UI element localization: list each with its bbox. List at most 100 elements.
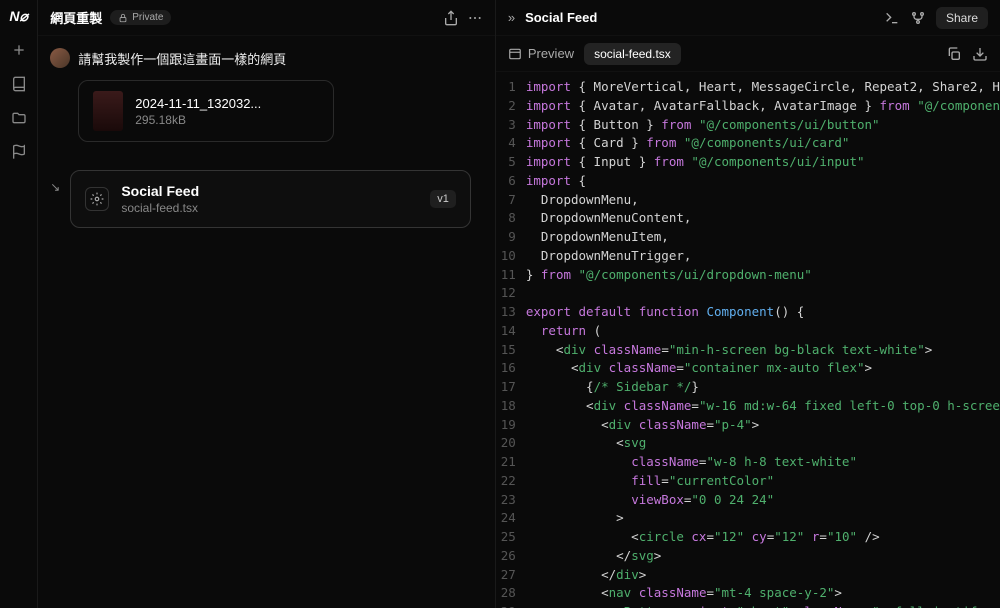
logo: N⌀ — [9, 8, 28, 25]
code-content: import { — [526, 172, 1000, 191]
line-number: 18 — [496, 397, 526, 416]
line-number: 5 — [496, 153, 526, 172]
tab-preview-label: Preview — [528, 46, 574, 61]
folder-icon[interactable] — [10, 109, 28, 127]
code-line: 16 <div className="container mx-auto fle… — [496, 359, 1000, 378]
line-number: 4 — [496, 134, 526, 153]
line-number: 15 — [496, 341, 526, 360]
code-content: {/* Sidebar */} — [526, 378, 1000, 397]
tab-preview[interactable]: Preview — [508, 46, 574, 61]
code-content: </div> — [526, 566, 1000, 585]
code-line: 15 <div className="min-h-screen bg-black… — [496, 341, 1000, 360]
code-content: return ( — [526, 322, 1000, 341]
code-line: 29 <Button variant="ghost" className="w-… — [496, 603, 1000, 608]
code-line: 9 DropdownMenuItem, — [496, 228, 1000, 247]
code-content: import { MoreVertical, Heart, MessageCir… — [526, 78, 1000, 97]
privacy-badge[interactable]: Private — [110, 10, 171, 25]
code-content: <div className="w-16 md:w-64 fixed left-… — [526, 397, 1000, 416]
line-number: 3 — [496, 116, 526, 135]
code-content: fill="currentColor" — [526, 472, 1000, 491]
code-line: 22 fill="currentColor" — [496, 472, 1000, 491]
code-line: 11} from "@/components/ui/dropdown-menu" — [496, 266, 1000, 285]
user-avatar — [50, 48, 70, 68]
chat-area: 請幫我製作一個跟這畫面一樣的網頁 2024-11-11_132032... 29… — [38, 36, 495, 608]
line-number: 24 — [496, 509, 526, 528]
code-line: 7 DropdownMenu, — [496, 191, 1000, 210]
code-line: 23 viewBox="0 0 24 24" — [496, 491, 1000, 510]
response-title: Social Feed — [121, 183, 418, 199]
code-content: import { Card } from "@/components/ui/ca… — [526, 134, 1000, 153]
code-content: > — [526, 509, 1000, 528]
response-card[interactable]: Social Feed social-feed.tsx v1 — [70, 170, 471, 228]
code-content — [526, 284, 1000, 303]
flag-icon[interactable] — [10, 143, 28, 161]
left-panel: 網頁重製 Private 請幫我製作一個跟這畫面一樣的網頁 2024-11-11… — [38, 0, 495, 608]
attachment-card[interactable]: 2024-11-11_132032... 295.18kB — [78, 80, 334, 142]
line-number: 20 — [496, 434, 526, 453]
copy-icon[interactable] — [946, 46, 962, 62]
code-line: 20 <svg — [496, 434, 1000, 453]
code-content: DropdownMenuContent, — [526, 209, 1000, 228]
line-number: 1 — [496, 78, 526, 97]
window-icon — [508, 47, 522, 61]
code-line: 19 <div className="p-4"> — [496, 416, 1000, 435]
code-content: <div className="p-4"> — [526, 416, 1000, 435]
code-line: 17 {/* Sidebar */} — [496, 378, 1000, 397]
book-icon[interactable] — [10, 75, 28, 93]
terminal-icon[interactable] — [884, 10, 900, 26]
code-line: 24 > — [496, 509, 1000, 528]
response-filename: social-feed.tsx — [121, 201, 418, 215]
line-number: 26 — [496, 547, 526, 566]
code-line: 21 className="w-8 h-8 text-white" — [496, 453, 1000, 472]
response-arrow-icon: ↘ — [50, 180, 60, 228]
code-line: 25 <circle cx="12" cy="12" r="10" /> — [496, 528, 1000, 547]
branch-icon[interactable] — [910, 10, 926, 26]
code-content: DropdownMenu, — [526, 191, 1000, 210]
line-number: 14 — [496, 322, 526, 341]
response-block: ↘ Social Feed social-feed.tsx v1 — [50, 170, 471, 228]
line-number: 29 — [496, 603, 526, 608]
right-header: » Social Feed Share — [496, 0, 1000, 36]
code-line: 26 </svg> — [496, 547, 1000, 566]
user-message-row: 請幫我製作一個跟這畫面一樣的網頁 — [50, 48, 471, 68]
code-line: 4import { Card } from "@/components/ui/c… — [496, 134, 1000, 153]
code-content: className="w-8 h-8 text-white" — [526, 453, 1000, 472]
chevron-right-icon[interactable]: » — [508, 10, 515, 25]
code-line: 18 <div className="w-16 md:w-64 fixed le… — [496, 397, 1000, 416]
code-content: viewBox="0 0 24 24" — [526, 491, 1000, 510]
left-header: 網頁重製 Private — [38, 0, 495, 36]
code-line: 13export default function Component() { — [496, 303, 1000, 322]
code-line: 6import { — [496, 172, 1000, 191]
line-number: 27 — [496, 566, 526, 585]
line-number: 19 — [496, 416, 526, 435]
code-line: 12 — [496, 284, 1000, 303]
more-icon[interactable] — [467, 10, 483, 26]
tabs-row: Preview social-feed.tsx — [496, 36, 1000, 72]
code-line: 5import { Input } from "@/components/ui/… — [496, 153, 1000, 172]
right-title: Social Feed — [525, 10, 597, 25]
code-line: 3import { Button } from "@/components/ui… — [496, 116, 1000, 135]
share-icon[interactable] — [443, 10, 459, 26]
share-button[interactable]: Share — [936, 7, 988, 29]
line-number: 10 — [496, 247, 526, 266]
line-number: 16 — [496, 359, 526, 378]
line-number: 9 — [496, 228, 526, 247]
code-line: 27 </div> — [496, 566, 1000, 585]
code-content: <circle cx="12" cy="12" r="10" /> — [526, 528, 1000, 547]
add-icon[interactable] — [10, 41, 28, 59]
line-number: 8 — [496, 209, 526, 228]
line-number: 22 — [496, 472, 526, 491]
attachment-filename: 2024-11-11_132032... — [135, 96, 275, 111]
line-number: 11 — [496, 266, 526, 285]
page-title: 網頁重製 — [50, 8, 102, 27]
code-line: 28 <nav className="mt-4 space-y-2"> — [496, 584, 1000, 603]
line-number: 6 — [496, 172, 526, 191]
code-content: import { Avatar, AvatarFallback, AvatarI… — [526, 97, 1000, 116]
code-content: } from "@/components/ui/dropdown-menu" — [526, 266, 1000, 285]
code-content: </svg> — [526, 547, 1000, 566]
tab-file[interactable]: social-feed.tsx — [584, 43, 681, 65]
code-content: import { Button } from "@/components/ui/… — [526, 116, 1000, 135]
download-icon[interactable] — [972, 46, 988, 62]
code-editor[interactable]: 1import { MoreVertical, Heart, MessageCi… — [496, 72, 1000, 608]
code-line: 14 return ( — [496, 322, 1000, 341]
